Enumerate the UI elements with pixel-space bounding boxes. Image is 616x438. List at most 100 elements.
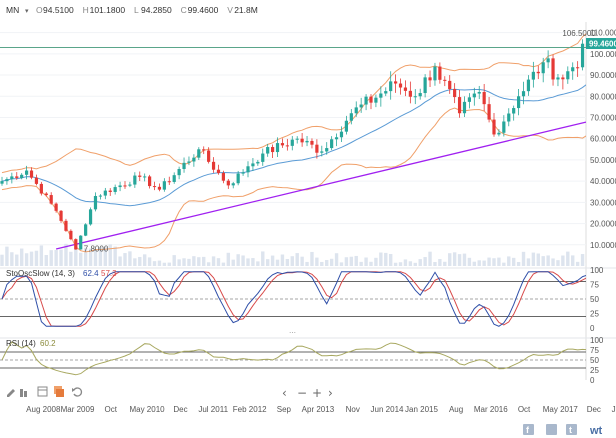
volume-bar <box>261 251 265 266</box>
candle-body <box>541 62 545 74</box>
volume-bar <box>108 244 112 266</box>
volume-bar <box>290 256 294 266</box>
zoom-in-button[interactable]: + <box>312 386 322 400</box>
chart-canvas[interactable]: 106.5000 7.8000 MN ▾ O 94.5100 H 101.1800 L 9… <box>0 0 616 438</box>
pane-resize-handle[interactable]: ⋯ <box>289 330 296 337</box>
candle-body <box>556 77 560 80</box>
candle-body <box>507 113 511 122</box>
volume-bar <box>541 256 545 266</box>
candle-body <box>517 96 521 109</box>
price-tick-label: 40.0000 <box>590 177 616 186</box>
time-tick-label: Dec <box>587 405 601 414</box>
axis-tick-label: 75 <box>590 346 599 355</box>
volume-bar <box>462 253 467 266</box>
rsi-value: 60.2 <box>40 339 56 348</box>
volume-bar <box>49 250 53 266</box>
candle-body <box>59 210 63 221</box>
volume-bar <box>349 256 354 266</box>
volume-bar <box>182 258 186 266</box>
candle-body <box>349 113 353 121</box>
candle-body <box>457 97 462 114</box>
volume-bar <box>246 258 250 266</box>
volume-bar <box>457 254 462 266</box>
candle-body <box>246 166 250 173</box>
stochastic-k-value: 62.4 <box>83 269 99 278</box>
volume-bar <box>172 255 176 266</box>
candle-body <box>93 195 98 210</box>
scroll-left-button[interactable]: ‹ <box>282 386 287 400</box>
candle-body <box>98 195 102 197</box>
volume-bar <box>334 253 339 266</box>
candle-body <box>526 79 531 92</box>
volume-bar <box>79 252 83 266</box>
volume-bar <box>516 261 521 266</box>
candle-body <box>453 89 457 98</box>
volume-bar <box>285 258 290 266</box>
time-tick-label: Jun 2014 <box>371 405 404 414</box>
time-tick-label: Apr 2013 <box>302 405 335 414</box>
candle-body <box>571 67 575 72</box>
axis-tick-label: 25 <box>590 310 599 319</box>
scroll-right-button[interactable]: › <box>328 386 333 400</box>
chevron-down-icon[interactable]: ▾ <box>25 8 29 15</box>
time-tick-label: Sep <box>277 405 292 414</box>
candle-body <box>379 93 383 98</box>
candle-body <box>315 144 319 153</box>
time-tick-label: May 2017 <box>543 405 579 414</box>
candle-body <box>251 163 255 167</box>
candle-body <box>310 140 314 145</box>
volume-bar <box>270 255 275 266</box>
time-tick-label: Oct <box>105 405 118 414</box>
volume-bar <box>187 258 191 266</box>
volume-bar <box>280 254 285 266</box>
volume-bar <box>167 262 171 266</box>
volume-bar <box>384 252 388 266</box>
candle-body <box>482 92 486 105</box>
volume-bar <box>418 259 422 266</box>
candle-body <box>39 183 43 194</box>
volume-bar <box>531 252 536 266</box>
volume-bar <box>320 261 324 266</box>
price-tick-label: 110.0000 <box>590 29 616 38</box>
volume-bar <box>502 262 506 266</box>
candle-body <box>344 120 348 132</box>
axis-tick-label: 75 <box>590 281 599 290</box>
ohlc-value: 99.4600 <box>188 5 219 15</box>
candle-body <box>10 176 14 180</box>
time-tick-label: Jul 2018 <box>612 405 616 414</box>
price-tick-label: 90.0000 <box>590 71 616 80</box>
candle-body <box>300 138 304 143</box>
stochastic-title: StoOscSlow (14, 3) <box>6 269 75 278</box>
volume-bar <box>374 257 378 266</box>
ohlc-key: C <box>181 5 187 15</box>
interval-selector[interactable]: MN <box>6 5 19 15</box>
candle-body <box>374 97 378 103</box>
candle-body <box>74 239 78 250</box>
volume-bar <box>300 256 304 266</box>
axis-tick-label: 50 <box>590 295 599 304</box>
candle-body <box>0 181 4 184</box>
volume-bar <box>536 253 540 266</box>
volume-bar <box>339 262 344 266</box>
candle-body <box>49 195 53 204</box>
candle-body <box>34 177 39 184</box>
volume-bar <box>556 260 560 266</box>
candle-body <box>182 162 186 170</box>
volume-bar <box>226 252 231 266</box>
volume-bar <box>157 260 162 266</box>
candle-body <box>551 58 555 80</box>
time-tick-label: Jan 2015 <box>405 405 438 414</box>
time-tick-label: May 2010 <box>129 405 165 414</box>
candle-body <box>320 151 324 153</box>
volume-bar <box>566 251 570 266</box>
volume-bar <box>19 248 24 266</box>
volume-bar <box>147 257 152 266</box>
share-icon[interactable] <box>546 424 557 435</box>
candle-body <box>275 143 280 153</box>
volume-bar <box>428 251 432 266</box>
zoom-out-button[interactable]: − <box>297 386 307 400</box>
low-annotation: 7.8000 <box>84 244 109 253</box>
price-tick-label: 80.0000 <box>590 92 616 101</box>
volume-bar <box>526 258 531 266</box>
rsi-title: RSI (14) <box>6 339 36 348</box>
